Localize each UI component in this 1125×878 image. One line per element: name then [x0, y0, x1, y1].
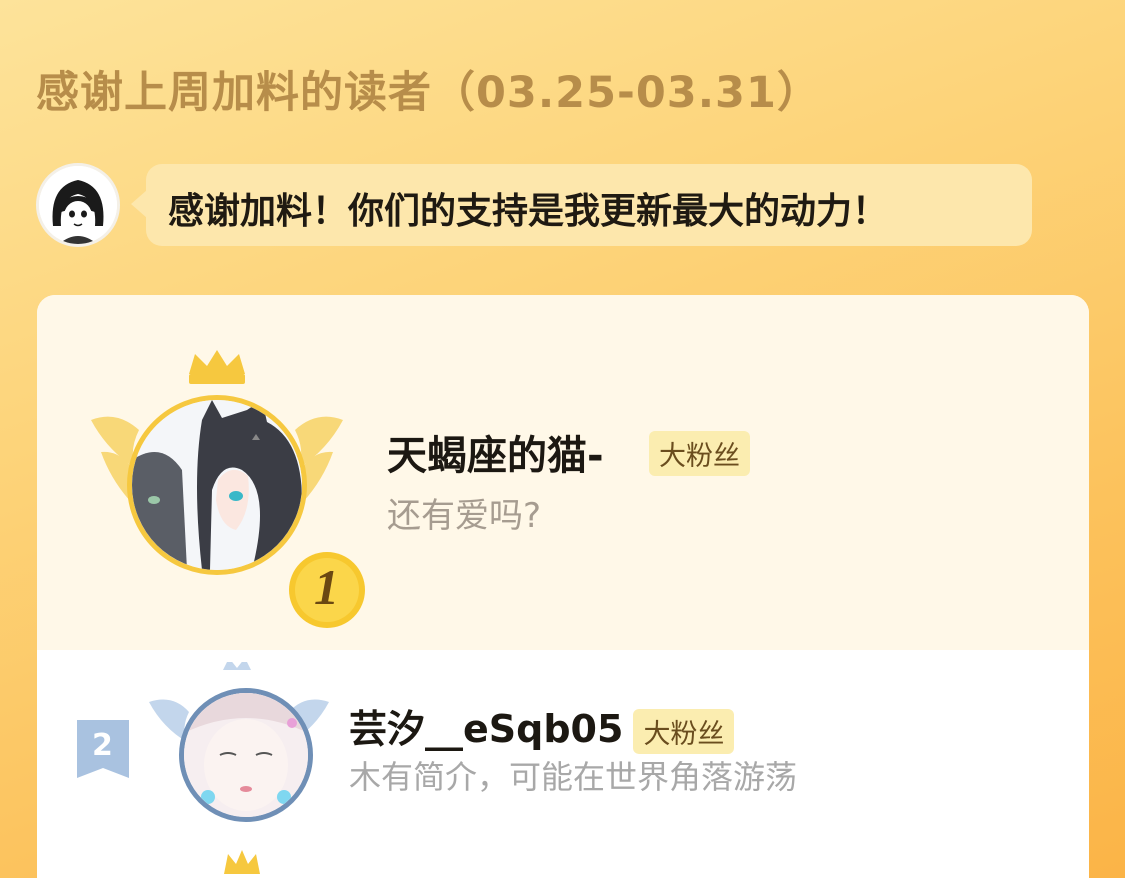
author-avatar[interactable] [36, 163, 120, 247]
supporters-card: 1 天蝎座的猫- 大粉丝 还有爱吗? 2 芸汐__eSqb05 大粉丝 木有简介… [37, 295, 1089, 878]
rank-2-avatar-group [149, 662, 329, 822]
supporter-row-rank-1[interactable]: 1 天蝎座的猫- 大粉丝 还有爱吗? [37, 295, 1089, 650]
rank-2-bio: 木有简介，可能在世界角落游荡 [349, 758, 798, 796]
page-title: 感谢上周加料的读者（03.25-03.31） [36, 68, 821, 118]
rank-2-avatar[interactable] [179, 688, 313, 822]
rank-2-fan-badge: 大粉丝 [633, 709, 735, 754]
manga-girl-icon [39, 166, 117, 244]
supporter-row-rank-2[interactable]: 2 芸汐__eSqb05 大粉丝 木有简介，可能在世界角落游荡 [37, 650, 1089, 878]
rank-1-number: 1 [314, 559, 339, 615]
rank-2-tag: 2 [75, 720, 131, 778]
selfie-face-icon [184, 693, 308, 817]
rank-1-avatar-group: 1 [87, 350, 365, 628]
rank-1-fan-badge: 大粉丝 [649, 431, 750, 476]
rank-1-avatar[interactable] [127, 395, 307, 575]
rank-1-username[interactable]: 天蝎座的猫- [387, 423, 604, 481]
anime-cat-girl-icon [132, 400, 302, 570]
thanks-message: 感谢加料！你们的支持是我更新最大的动力！ [168, 191, 889, 232]
rank-2-username[interactable]: 芸汐__eSqb05 大粉丝 [349, 698, 735, 754]
rank-3-crown-icon [224, 850, 260, 874]
author-thanks-row: 感谢加料！你们的支持是我更新最大的动力！ [36, 163, 1032, 247]
rank-1-bio: 还有爱吗? [387, 496, 542, 536]
thanks-speech-bubble: 感谢加料！你们的支持是我更新最大的动力！ [131, 164, 1032, 246]
rank-2-username-text: 芸汐__eSqb05 [349, 707, 624, 751]
rank-2-number: 2 [92, 728, 113, 763]
